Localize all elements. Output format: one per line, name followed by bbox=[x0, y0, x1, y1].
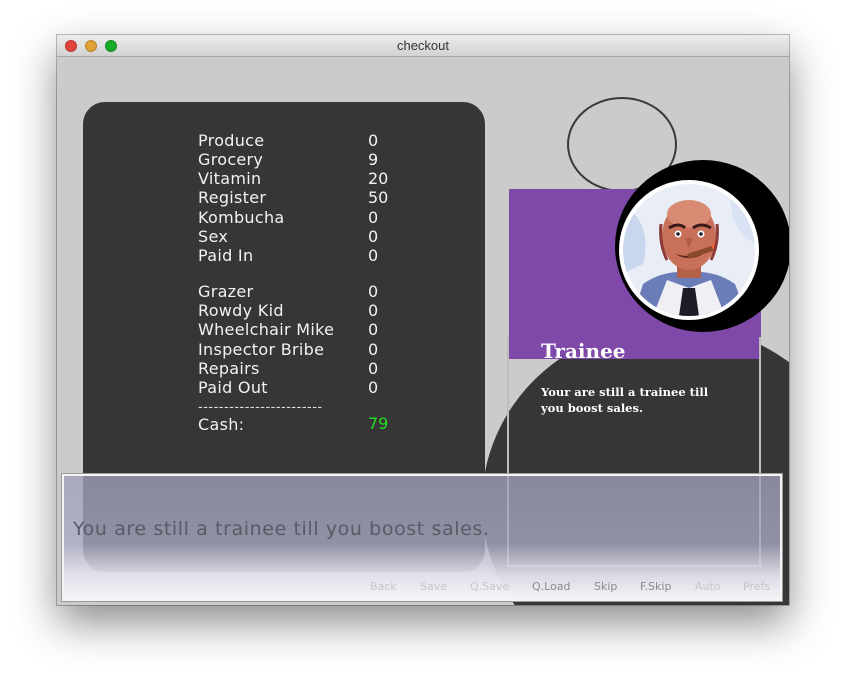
ledger-value-produce: 0 bbox=[368, 131, 379, 150]
ledger-value-rowdy-kid: 0 bbox=[368, 301, 379, 320]
boss-portrait bbox=[619, 180, 759, 320]
boss-portrait-illustration bbox=[623, 184, 755, 316]
ledger-value-grazer: 0 bbox=[368, 282, 379, 301]
game-stage[interactable]: Produce 0 Grocery 9 Vitamin 20 Register … bbox=[57, 57, 789, 605]
ledger-value-sex: 0 bbox=[368, 227, 379, 246]
title-bar[interactable]: checkout bbox=[57, 35, 789, 57]
ledger-label-inspector-bribe: Inspector Bribe bbox=[198, 340, 325, 359]
ledger-value-inspector-bribe: 0 bbox=[368, 340, 379, 359]
dialogue-text: You are still a trainee till you boost s… bbox=[73, 518, 490, 540]
ledger-label-paid-out: Paid Out bbox=[198, 378, 268, 397]
ledger-cash-value: 79 bbox=[368, 414, 389, 433]
quick-menu-prefs-button[interactable]: Prefs bbox=[743, 580, 770, 593]
ledger-label-paid-in: Paid In bbox=[198, 246, 254, 265]
quick-menu-back-button[interactable]: Back bbox=[370, 580, 397, 593]
ledger-cash-label: Cash: bbox=[198, 415, 245, 434]
ledger-value-repairs: 0 bbox=[368, 359, 379, 378]
quick-menu-auto-button[interactable]: Auto bbox=[695, 580, 721, 593]
ledger-label-repairs: Repairs bbox=[198, 359, 260, 378]
quick-menu-fskip-button[interactable]: F.Skip bbox=[640, 580, 671, 593]
quick-menu-save-button[interactable]: Save bbox=[420, 580, 447, 593]
quick-menu-qsave-button[interactable]: Q.Save bbox=[470, 580, 509, 593]
quick-menu-skip-button[interactable]: Skip bbox=[594, 580, 617, 593]
ledger-value-grocery: 9 bbox=[368, 150, 379, 169]
ledger-label-vitamin: Vitamin bbox=[198, 169, 262, 188]
dialogue-box[interactable]: You are still a trainee till you boost s… bbox=[62, 474, 782, 601]
ledger-label-kombucha: Kombucha bbox=[198, 208, 285, 227]
rank-card-description: Your are still a trainee till you boost … bbox=[541, 385, 709, 415]
ledger-value-paid-in: 0 bbox=[368, 246, 379, 265]
ledger-label-rowdy-kid: Rowdy Kid bbox=[198, 301, 284, 320]
ledger-value-register: 50 bbox=[368, 188, 389, 207]
ledger-value-wheelchair-mike: 0 bbox=[368, 320, 379, 339]
ledger-value-paid-out: 0 bbox=[368, 378, 379, 397]
window-title: checkout bbox=[396, 38, 450, 53]
game-window: checkout Produce 0 Grocery 9 Vitamin 20 … bbox=[57, 35, 789, 605]
ledger-label-grazer: Grazer bbox=[198, 282, 254, 301]
ledger-label-register: Register bbox=[198, 188, 267, 207]
ledger-label-wheelchair-mike: Wheelchair Mike bbox=[198, 320, 335, 339]
ledger-label-produce: Produce bbox=[198, 131, 265, 150]
ledger-label-grocery: Grocery bbox=[198, 150, 264, 169]
rank-card-title: Trainee bbox=[541, 339, 626, 363]
ledger-label-sex: Sex bbox=[198, 227, 229, 246]
ledger-value-kombucha: 0 bbox=[368, 208, 379, 227]
quick-menu-qload-button[interactable]: Q.Load bbox=[532, 580, 571, 593]
ledger-separator: ------------------------ bbox=[198, 400, 323, 415]
ledger-value-vitamin: 20 bbox=[368, 169, 389, 188]
